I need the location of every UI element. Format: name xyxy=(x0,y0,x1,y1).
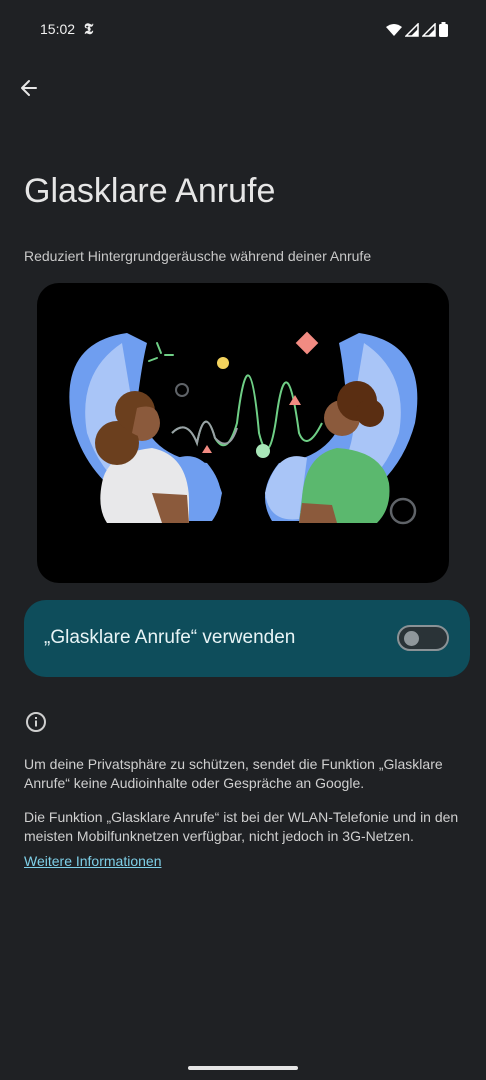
back-button[interactable] xyxy=(14,73,44,103)
signal-icon xyxy=(405,22,419,37)
switch-knob xyxy=(404,631,419,646)
clear-calling-illustration xyxy=(37,283,449,583)
status-icons xyxy=(386,22,448,37)
availability-text: Die Funktion „Glasklare Anrufe“ ist bei … xyxy=(24,809,459,844)
privacy-text: Um deine Privatsphäre zu schützen, sende… xyxy=(24,756,443,791)
news-app-icon: 𝕿 xyxy=(84,20,94,38)
clear-calling-switch[interactable] xyxy=(397,625,449,651)
battery-icon xyxy=(439,22,448,37)
clear-calling-toggle-row[interactable]: „Glasklare Anrufe“ verwenden xyxy=(24,600,470,677)
wifi-icon xyxy=(386,23,402,36)
gesture-nav-bar[interactable] xyxy=(188,1066,298,1070)
signal-icon-2 xyxy=(422,22,436,37)
arrow-left-icon xyxy=(21,80,37,96)
page-subtitle: Reduziert Hintergrundgeräusche während d… xyxy=(24,248,372,264)
page-title: Glasklare Anrufe xyxy=(24,172,276,210)
toggle-label: „Glasklare Anrufe“ verwenden xyxy=(44,627,296,648)
learn-more-link[interactable]: Weitere Informationen xyxy=(24,853,161,869)
status-time: 15:02 xyxy=(40,21,76,37)
info-icon xyxy=(26,712,46,732)
status-bar: 15:02 𝕿 xyxy=(0,0,486,60)
